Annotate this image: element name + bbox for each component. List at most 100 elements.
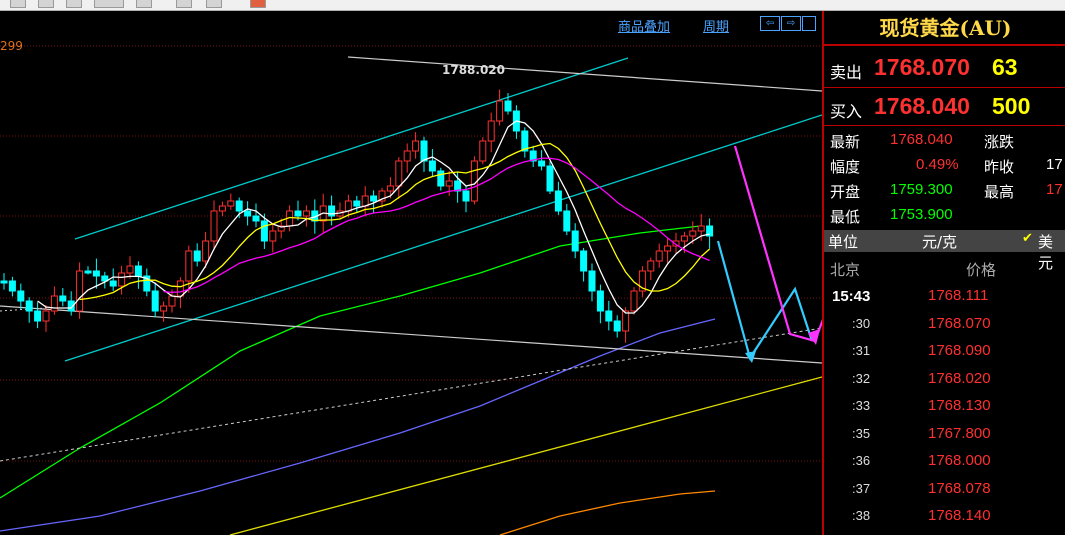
toolbar-button[interactable] xyxy=(136,0,152,8)
candle-body xyxy=(302,210,310,217)
toolbar-button[interactable] xyxy=(66,0,82,8)
tick-price: 1768.000 xyxy=(928,452,991,469)
ma250-line xyxy=(499,490,716,535)
candle-body xyxy=(613,320,621,332)
toolbar-button[interactable] xyxy=(176,0,192,8)
channel-lower xyxy=(64,114,822,362)
tick-time: :37 xyxy=(852,480,871,496)
candle-body xyxy=(176,280,184,297)
prev-close-label: 昨收 xyxy=(984,158,1015,176)
candle-body xyxy=(353,200,361,207)
ma120-line xyxy=(0,318,716,532)
tick-price: 1768.130 xyxy=(928,397,991,414)
low-label: 最低 xyxy=(830,208,861,226)
candle-body xyxy=(697,225,705,232)
candle-body xyxy=(504,100,512,112)
candle-body xyxy=(630,290,638,312)
toolbar xyxy=(0,0,1065,11)
ma10-line xyxy=(79,142,711,301)
unit-bar: 单位 元/克 ✔ 美元 xyxy=(824,230,1065,272)
toolbar-button[interactable] xyxy=(94,0,124,8)
toolbar-button[interactable] xyxy=(10,0,26,8)
trend-line-dashed xyxy=(0,327,822,462)
candle-body xyxy=(218,205,226,212)
candle-body xyxy=(109,280,117,287)
low-value: 1753.900 xyxy=(890,206,953,223)
instrument-title: 现货黄金(AU) xyxy=(879,16,1012,40)
tick-price: 1768.020 xyxy=(928,369,991,387)
candle-body xyxy=(202,240,210,262)
candle-body xyxy=(496,100,504,122)
toolbar-button[interactable] xyxy=(38,0,54,8)
candle-body xyxy=(260,220,268,242)
candle-body xyxy=(168,295,176,307)
latest-label: 最新 xyxy=(830,133,861,151)
tick-price: 1768.140 xyxy=(928,507,991,524)
quote-panel: 现货黄金(AU) 卖出 1768.070 63 买入 1768.040 500 … xyxy=(822,11,1065,535)
tick-time: :33 xyxy=(852,398,871,413)
forecast-path xyxy=(733,145,822,343)
candle-body xyxy=(151,290,159,312)
open-label: 开盘 xyxy=(830,183,861,201)
candle-body xyxy=(420,140,428,162)
candle-body xyxy=(59,295,67,302)
candle-body xyxy=(571,230,579,252)
tick-price: 1768.090 xyxy=(928,342,991,359)
candle-body xyxy=(185,250,193,282)
forecast-path xyxy=(716,240,814,361)
tick-price: 1768.111 xyxy=(928,287,989,304)
prev-close-value: 17 xyxy=(1046,156,1063,173)
candle-body xyxy=(76,270,84,312)
period-link[interactable]: 周期 xyxy=(703,16,729,35)
candle-body xyxy=(361,195,369,207)
candle-body xyxy=(563,210,571,232)
candle-body xyxy=(680,235,688,242)
candle-body xyxy=(412,140,420,152)
candle-body xyxy=(655,250,663,262)
candle-body xyxy=(647,260,655,272)
currency-toggle[interactable]: 美元 xyxy=(1038,231,1065,273)
candle-body xyxy=(92,270,100,277)
tick-time: :32 xyxy=(852,370,871,386)
candle-body xyxy=(25,300,33,312)
candle-body xyxy=(462,190,470,202)
candle-body xyxy=(538,160,546,167)
candle-body xyxy=(689,230,697,237)
latest-value: 1768.040 xyxy=(890,131,953,148)
candle-body xyxy=(546,165,554,192)
candle-body xyxy=(210,210,218,242)
overlay-link[interactable]: 商品叠加 xyxy=(618,16,670,35)
candle-body xyxy=(386,185,394,192)
tick-time: :36 xyxy=(852,453,871,468)
tick-time: :30 xyxy=(852,315,871,331)
peak-price-marker: 1788.020 xyxy=(442,63,506,77)
candle-body xyxy=(193,250,201,262)
candlestick-plot[interactable] xyxy=(0,11,822,535)
tick-time: 15:43 xyxy=(832,288,871,305)
divider xyxy=(824,87,1065,88)
candle-body xyxy=(118,272,126,287)
kline-chart[interactable]: 299 1788.020 商品叠加 周期 ⇦ ⇨ xyxy=(0,11,822,535)
buy-volume: 500 xyxy=(992,93,1031,119)
check-icon[interactable]: ✔ xyxy=(1022,231,1033,246)
change-label: 涨跌 xyxy=(984,133,1015,151)
candle-body xyxy=(8,280,16,292)
buy-label: 买入 xyxy=(830,102,863,121)
sell-volume: 63 xyxy=(992,54,1018,80)
toolbar-button[interactable] xyxy=(206,0,222,8)
toolbar-button[interactable] xyxy=(250,0,266,8)
divider xyxy=(824,44,1065,46)
candle-body xyxy=(437,170,445,187)
scroll-right-icon[interactable]: ⇨ xyxy=(781,16,801,31)
open-value: 1759.300 xyxy=(890,181,953,198)
sell-label: 卖出 xyxy=(830,63,863,82)
candle-body xyxy=(269,230,277,242)
candle-body xyxy=(580,250,588,272)
ma60-line xyxy=(0,225,701,499)
candle-body xyxy=(0,280,8,284)
unit-label: 单位 xyxy=(828,233,859,251)
panel-toggle-icon[interactable] xyxy=(802,16,816,31)
scroll-left-icon[interactable]: ⇦ xyxy=(760,16,780,31)
support-line xyxy=(0,305,822,364)
candle-body xyxy=(235,200,243,212)
